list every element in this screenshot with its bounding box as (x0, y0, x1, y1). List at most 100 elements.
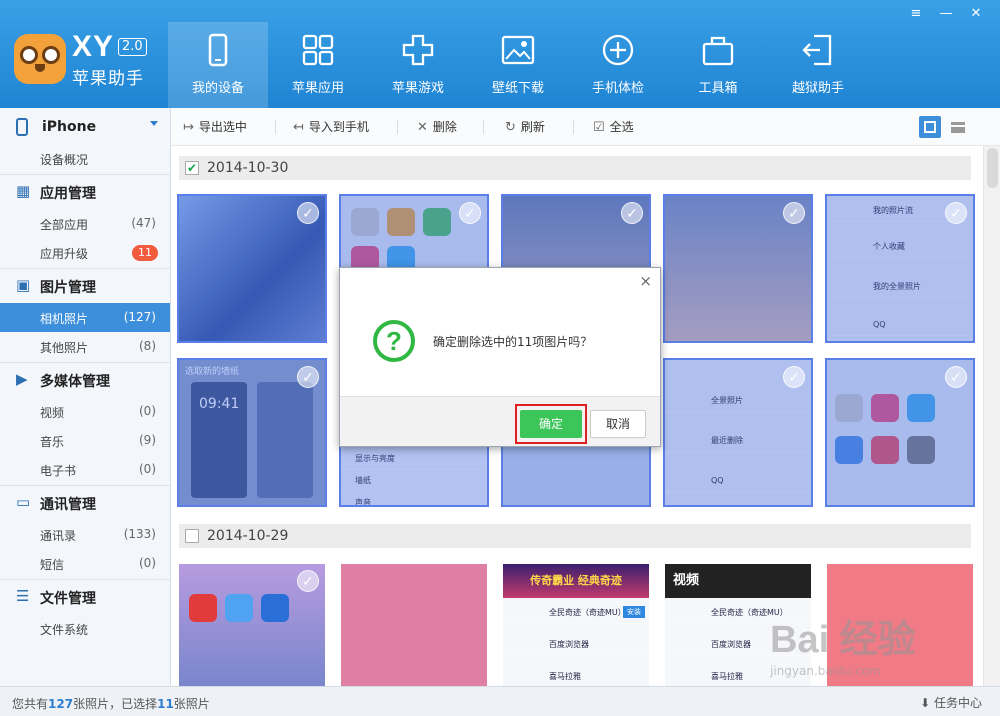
divider (0, 174, 170, 175)
watermark: Bai 经验 jingyan.baidu.com (770, 608, 990, 688)
check-icon[interactable]: ✓ (945, 202, 967, 224)
total-count: 127 (48, 697, 74, 711)
sidebar-item-contacts[interactable]: 通讯录 (133) (0, 520, 170, 549)
version-badge: 2.0 (118, 38, 147, 56)
photo-thumb[interactable]: 我的照片流 个人收藏 我的全景照片 QQ ✓ (825, 194, 975, 343)
check-icon[interactable]: ✓ (297, 202, 319, 224)
delete-button[interactable]: ✕ 删除 (417, 118, 457, 136)
video-title: 视频 (665, 564, 811, 598)
nav-my-device[interactable]: 我的设备 (168, 22, 268, 108)
sidebar-group-media[interactable]: ▶ 多媒体管理 (0, 364, 170, 394)
nav-jailbreak[interactable]: 越狱助手 (768, 22, 868, 108)
group-checkbox[interactable] (185, 529, 199, 543)
sidebar-item-label: 其他照片 (40, 341, 89, 355)
sidebar-item-file-system[interactable]: 文件系统 (0, 614, 170, 643)
item-count: (133) (123, 527, 156, 541)
confirm-button[interactable]: 确定 (520, 410, 582, 438)
photo-thumb[interactable]: 全景照片 最近删除 QQ ✓ (663, 358, 813, 507)
sidebar-group-contacts[interactable]: ▭ 通讯管理 (0, 487, 170, 517)
stack-view-icon[interactable] (947, 116, 969, 138)
check-icon[interactable]: ✓ (783, 202, 805, 224)
button-label: 导出选中 (198, 120, 247, 134)
check-icon[interactable]: ✓ (621, 202, 643, 224)
chat-icon: ▭ (16, 493, 31, 511)
button-label: 任务中心 (933, 696, 982, 710)
nav-toolbox[interactable]: 工具箱 (668, 22, 768, 108)
check-icon[interactable]: ✓ (297, 570, 319, 592)
sidebar-item-label: 电子书 (40, 464, 77, 478)
import-icon: ↤ (293, 120, 304, 135)
group-label: 文件管理 (40, 591, 96, 607)
scrollbar-thumb[interactable] (987, 148, 998, 188)
toolbar: ↦ 导出选中 ↤ 导入到手机 ✕ 删除 ↻ 刷新 ☑ 全选 (171, 108, 1000, 146)
watermark-url: jingyan.baidu.com (770, 664, 881, 678)
nav-checkup[interactable]: 手机体检 (568, 22, 668, 108)
check-icon[interactable]: ✓ (297, 366, 319, 388)
sidebar-item-label: 设备概况 (40, 153, 89, 167)
status-text: 您共有 (12, 697, 49, 711)
button-label: 刷新 (520, 120, 545, 134)
sidebar-item-overview[interactable]: 设备概况 (0, 144, 170, 173)
divider (0, 485, 170, 486)
photo-thumb[interactable] (341, 564, 487, 686)
cancel-button[interactable]: 取消 (590, 410, 646, 438)
select-all-button[interactable]: ☑ 全选 (593, 118, 634, 136)
chevron-down-icon[interactable] (150, 121, 158, 126)
photo-thumb[interactable]: 传奇霸业 经典奇迹 全民奇迹（奇迹MU） 百度浏览器 喜马拉雅 安装 (503, 564, 649, 686)
sidebar-group-apps[interactable]: ▦ 应用管理 (0, 176, 170, 206)
import-to-phone-button[interactable]: ↤ 导入到手机 (293, 118, 369, 136)
sidebar-item-all-apps[interactable]: 全部应用 (47) (0, 209, 170, 238)
grid-view-icon[interactable] (919, 116, 941, 138)
nav-label: 我的设备 (191, 81, 244, 96)
close-icon[interactable]: × (639, 272, 652, 290)
nav-label: 工具箱 (698, 81, 738, 96)
nav-apple-apps[interactable]: 苹果应用 (268, 22, 368, 108)
export-selected-button[interactable]: ↦ 导出选中 (183, 118, 247, 136)
photo-summary: 您共有127张照片，已选择11张照片 (12, 695, 210, 712)
photo-thumb[interactable]: ✓ (663, 194, 813, 343)
device-selector[interactable]: iPhone (0, 108, 170, 146)
divider (0, 268, 170, 269)
sidebar-group-photos[interactable]: ▣ 图片管理 (0, 270, 170, 300)
sidebar-item-camera-photos[interactable]: 相机照片 (127) (0, 303, 170, 332)
menu-icon[interactable]: ≡ (904, 4, 928, 24)
export-icon: ↦ (183, 120, 194, 135)
check-icon[interactable]: ✓ (459, 202, 481, 224)
refresh-button[interactable]: ↻ 刷新 (505, 118, 545, 136)
sidebar-item-other-photos[interactable]: 其他照片 (8) (0, 332, 170, 361)
close-window-icon[interactable]: ✕ (964, 4, 988, 24)
sidebar-group-files[interactable]: ☰ 文件管理 (0, 581, 170, 611)
item-count: (47) (131, 216, 156, 230)
group-label: 图片管理 (40, 280, 96, 296)
group-checkbox[interactable]: ✔ (185, 161, 199, 175)
task-center-button[interactable]: ⬇ 任务中心 (920, 694, 982, 711)
sidebar-item-ebook[interactable]: 电子书 (0) (0, 455, 170, 484)
photo-thumb[interactable]: ✓ (177, 194, 327, 343)
check-icon[interactable]: ✓ (783, 366, 805, 388)
sidebar-item-label: 应用升级 (40, 247, 89, 261)
selected-count: 11 (157, 697, 174, 711)
checkbox-icon: ☑ (593, 120, 605, 135)
item-count: (8) (139, 339, 156, 353)
sidebar-item-label: 全部应用 (40, 218, 89, 232)
sidebar-item-app-updates[interactable]: 应用升级 11 (0, 238, 170, 267)
sidebar-item-sms[interactable]: 短信 (0) (0, 549, 170, 578)
sidebar-item-video[interactable]: 视频 (0) (0, 397, 170, 426)
app-logo: XY 2.0 苹果助手 (14, 30, 164, 89)
photo-thumb[interactable]: 选取新的墙纸 09:41 ✓ (177, 358, 327, 507)
nav-label: 越狱助手 (791, 81, 844, 96)
photo-thumb[interactable]: ✓ (825, 358, 975, 507)
vertical-scrollbar[interactable] (983, 146, 1000, 686)
sidebar-item-music[interactable]: 音乐 (9) (0, 426, 170, 455)
date-group-header[interactable]: ✔ 2014-10-30 (179, 156, 971, 180)
button-label: 删除 (432, 120, 457, 134)
sidebar-item-label: 音乐 (40, 435, 65, 449)
date-group-header[interactable]: 2014-10-29 (179, 524, 971, 548)
photo-thumb[interactable]: ✓ (179, 564, 325, 686)
check-icon[interactable]: ✓ (945, 366, 967, 388)
sidebar-item-label: 相机照片 (40, 312, 89, 326)
nav-apple-games[interactable]: 苹果游戏 (368, 22, 468, 108)
sidebar-item-label: 文件系统 (40, 623, 89, 637)
minimize-icon[interactable]: — (934, 4, 958, 24)
nav-wallpaper[interactable]: 壁纸下载 (468, 22, 568, 108)
